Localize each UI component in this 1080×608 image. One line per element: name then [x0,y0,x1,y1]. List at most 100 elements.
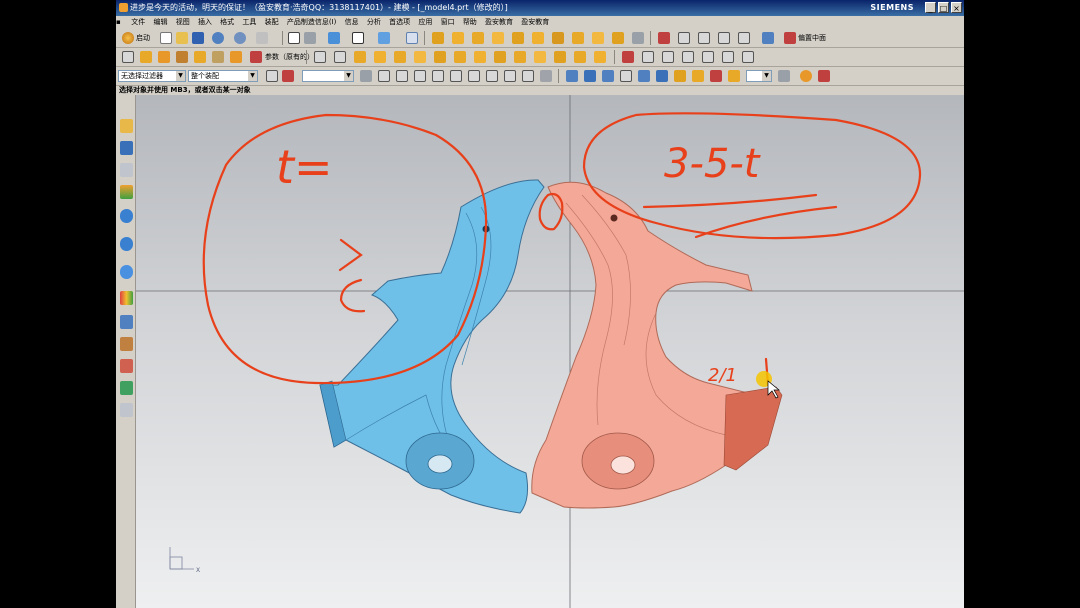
system-scenes-icon[interactable] [120,381,133,395]
pad-icon[interactable] [572,32,584,44]
menu-view[interactable]: 视图 [173,16,193,28]
offset-curve-icon[interactable] [738,32,750,44]
extrude-icon[interactable] [452,32,464,44]
draft-analysis-icon[interactable] [682,51,694,63]
gap-analysis-icon[interactable] [722,51,734,63]
feature-icon-4[interactable] [194,51,206,63]
measure-icon[interactable] [622,51,634,63]
blend-icon[interactable] [612,32,624,44]
menu-pmi[interactable]: 产品制造信息(I) [284,16,340,28]
repeat-command-icon[interactable] [256,32,268,44]
reuse-library-icon[interactable] [120,185,133,199]
part-left-body[interactable] [319,179,545,514]
snap-dropdown[interactable]: ▼ [302,70,354,82]
hd3d-tools-icon[interactable] [120,209,133,223]
menu-window[interactable]: 窗口 [438,16,458,28]
extract-icon[interactable] [594,51,606,63]
spline-icon[interactable] [718,32,730,44]
csys-icon[interactable] [374,51,386,63]
deviation-icon[interactable] [742,51,754,63]
feature-icon-2[interactable] [158,51,170,63]
unite-icon[interactable] [514,51,526,63]
history-icon[interactable] [120,265,133,279]
midsurface-icon[interactable] [784,32,796,44]
layout-icon[interactable] [288,32,300,44]
offset-face-icon[interactable] [454,51,466,63]
filter-icon-13[interactable] [818,70,830,82]
new-file-icon[interactable] [160,32,172,44]
split-body-icon[interactable] [574,51,586,63]
filter-icon-6[interactable] [656,70,668,82]
filter-icon-10[interactable] [728,70,740,82]
graphics-canvas[interactable]: t= 3-5-t 2/1 X [136,95,964,608]
feature-icon-1[interactable] [140,51,152,63]
palette-icon[interactable] [120,403,133,417]
menu-assembly[interactable]: 装配 [262,16,282,28]
face-analysis-icon[interactable] [702,51,714,63]
display-mode-icon[interactable] [352,32,364,44]
menu-help[interactable]: 帮助 [460,16,480,28]
snap-point-icon-3[interactable] [396,70,408,82]
mirror-icon[interactable] [494,51,506,63]
snap-point-icon-7[interactable] [468,70,480,82]
general-selection-icon[interactable] [282,70,294,82]
menu-custom-2[interactable]: 盈安教育 [518,16,552,28]
select-all-icon[interactable] [266,70,278,82]
snap-point-icon-1[interactable] [360,70,372,82]
save-icon[interactable] [192,32,204,44]
line-icon[interactable] [678,32,690,44]
feature-icon-3[interactable] [176,51,188,63]
assembly-navigator-icon[interactable] [120,141,133,155]
roles-icon[interactable] [120,359,133,373]
chamfer-icon[interactable] [632,32,644,44]
intersect-icon[interactable] [554,51,566,63]
open-icon[interactable] [176,32,188,44]
constraint-navigator-icon[interactable] [120,163,133,177]
pattern-icon[interactable] [474,51,486,63]
system-materials-icon[interactable] [120,291,133,305]
snap-point-icon-10[interactable] [522,70,534,82]
sew-icon[interactable] [414,51,426,63]
type-filter-dropdown[interactable]: 无选择过滤器 ▼ [118,70,186,82]
filter-icon-12[interactable] [800,70,812,82]
filter-icon-7[interactable] [674,70,686,82]
start-icon[interactable] [122,32,134,44]
menu-analysis[interactable]: 分析 [364,16,384,28]
start-label[interactable]: 启动 [136,29,150,48]
close-button[interactable]: × [951,2,962,13]
menu-application[interactable]: 应用 [415,16,435,28]
cube-view-icon[interactable] [328,32,340,44]
datum-plane-icon[interactable] [334,51,346,63]
thicken-icon[interactable] [434,51,446,63]
manufacturing-wizard-icon[interactable] [120,337,133,351]
subtract-icon[interactable] [534,51,546,63]
orient-view-icon[interactable] [378,32,390,44]
trim-body-icon[interactable] [394,51,406,63]
point-icon[interactable] [314,51,326,63]
minimize-button[interactable]: _ [925,2,936,13]
filter-icon-1[interactable] [566,70,578,82]
filter-icon-5[interactable] [638,70,650,82]
section-icon[interactable] [642,51,654,63]
filter-icon-8[interactable] [692,70,704,82]
sweep-icon[interactable] [492,32,504,44]
snap-point-icon-9[interactable] [504,70,516,82]
snap-view-icon[interactable] [406,32,418,44]
menu-format[interactable]: 格式 [217,16,237,28]
sketch-icon[interactable] [432,32,444,44]
menu-edit[interactable]: 编辑 [150,16,170,28]
hole-icon[interactable] [512,32,524,44]
snap-point-icon-11[interactable] [540,70,552,82]
maximize-button[interactable]: □ [938,2,949,13]
part-right-body[interactable] [531,181,783,509]
snap-point-icon-6[interactable] [450,70,462,82]
redo-icon[interactable] [234,32,246,44]
filter-icon-2[interactable] [584,70,596,82]
layer-icon[interactable] [304,32,316,44]
quick-pick-dropdown[interactable]: ▼ [746,70,772,82]
menu-custom-1[interactable]: 盈安教育 [482,16,516,28]
midsurface-label[interactable]: 偏置中面 [798,29,826,48]
snap-point-icon-4[interactable] [414,70,426,82]
web-browser-icon[interactable] [120,237,133,251]
curve-icon[interactable] [658,32,670,44]
